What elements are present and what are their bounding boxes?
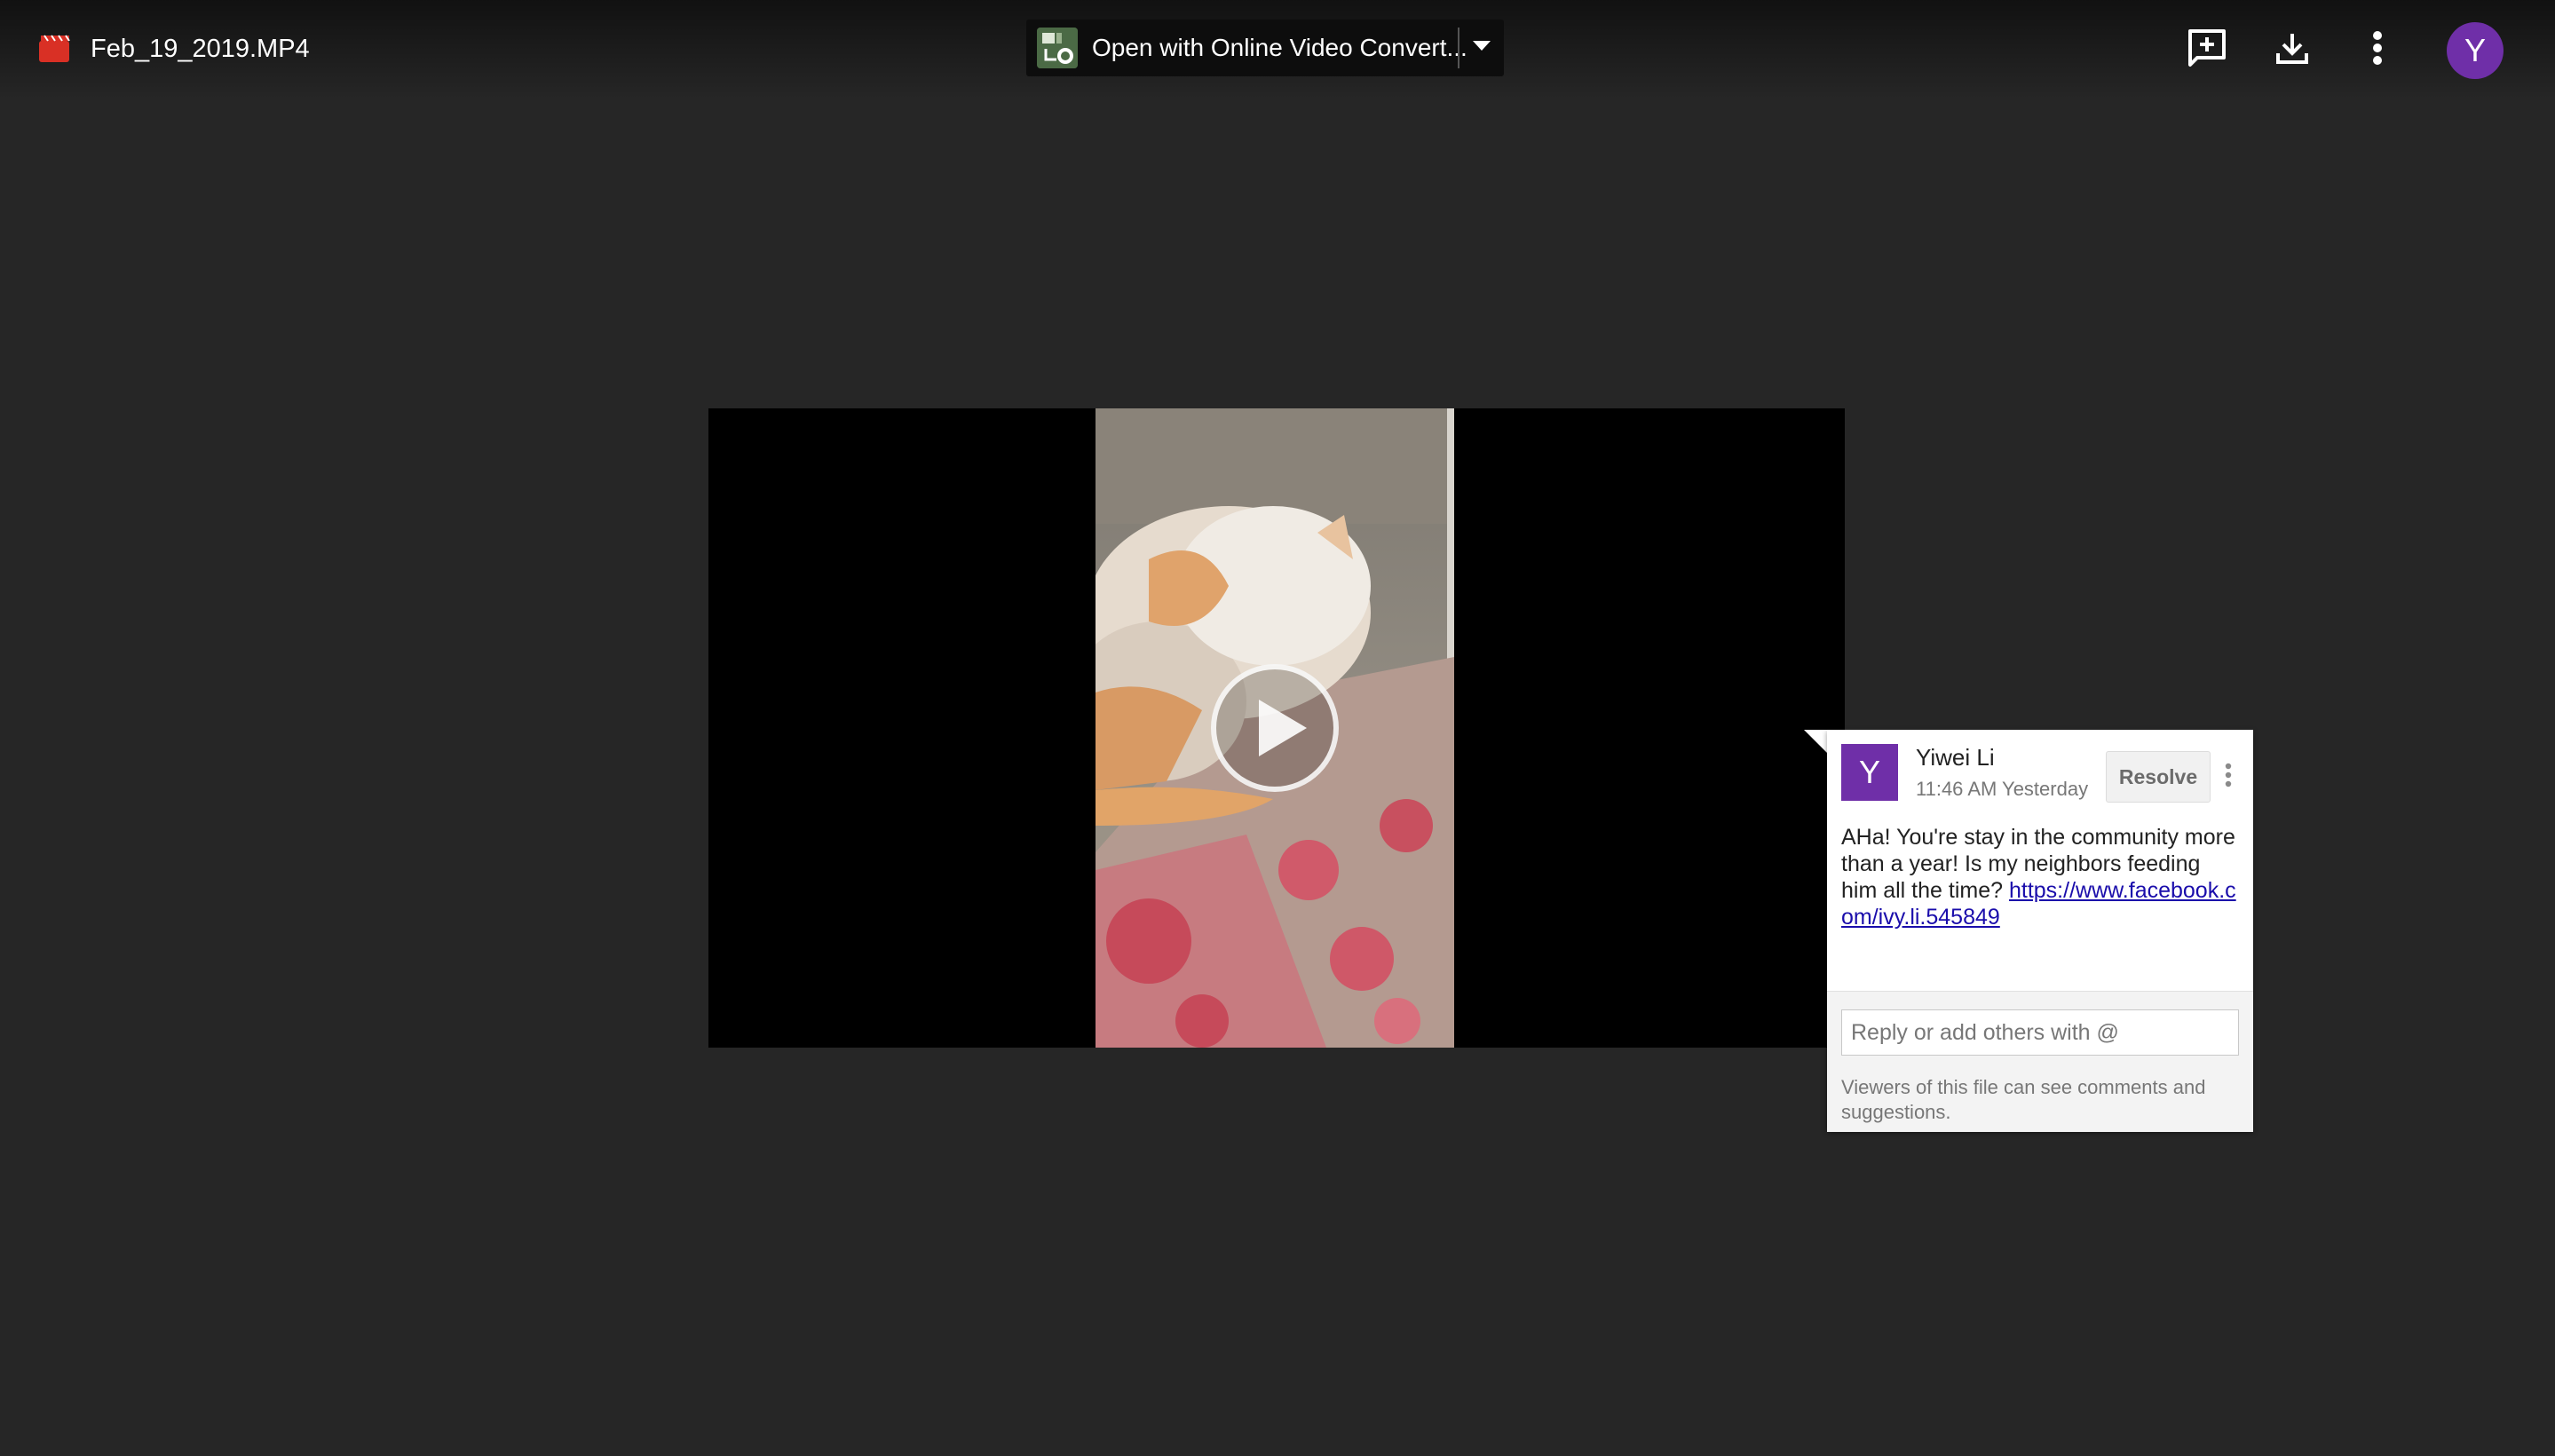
resolve-button[interactable]: Resolve — [2106, 751, 2211, 803]
add-comment-icon — [2187, 28, 2227, 73]
play-button[interactable] — [1211, 664, 1339, 792]
comment-author-avatar: Y — [1841, 744, 1898, 801]
comment-author-name: Yiwei Li — [1916, 744, 1995, 771]
video-player[interactable] — [708, 408, 1845, 1048]
comment-timestamp: 11:46 AM Yesterday — [1916, 778, 2089, 800]
more-options-button[interactable] — [2353, 25, 2402, 75]
viewers-note: Viewers of this file can see comments an… — [1841, 1076, 2206, 1123]
download-icon — [2274, 30, 2310, 70]
video-file-icon — [37, 34, 71, 64]
account-avatar[interactable]: Y — [2447, 22, 2504, 79]
reply-area: Viewers of this file can see comments an… — [1827, 991, 2253, 1132]
open-with-control: Open with Online Video Convert... — [1026, 20, 1504, 76]
download-button[interactable] — [2267, 25, 2317, 75]
open-with-label: Open with Online Video Convert... — [1092, 34, 1467, 61]
add-comment-button[interactable] — [2182, 25, 2232, 75]
reply-input[interactable] — [1841, 1009, 2239, 1056]
comment-body: AHa! You're stay in the community more t… — [1841, 824, 2239, 930]
more-vertical-icon — [2372, 30, 2383, 70]
comment-card: Y Yiwei Li 11:46 AM Yesterday Resolve AH… — [1827, 730, 2253, 1132]
caret-down-icon — [1473, 40, 1491, 56]
play-icon — [1259, 700, 1307, 756]
online-video-converter-icon — [1037, 28, 1078, 68]
file-name: Feb_19_2019.MP4 — [91, 35, 310, 63]
comment-more-options-button[interactable] — [2216, 755, 2241, 799]
viewer-header: Feb_19_2019.MP4 Open with Online Video C… — [0, 0, 2555, 99]
comment-pointer — [1804, 730, 1829, 755]
open-with-button[interactable]: Open with Online Video Convert... — [1026, 20, 1467, 76]
open-with-dropdown-button[interactable] — [1459, 20, 1504, 76]
more-vertical-icon — [2225, 763, 2232, 792]
